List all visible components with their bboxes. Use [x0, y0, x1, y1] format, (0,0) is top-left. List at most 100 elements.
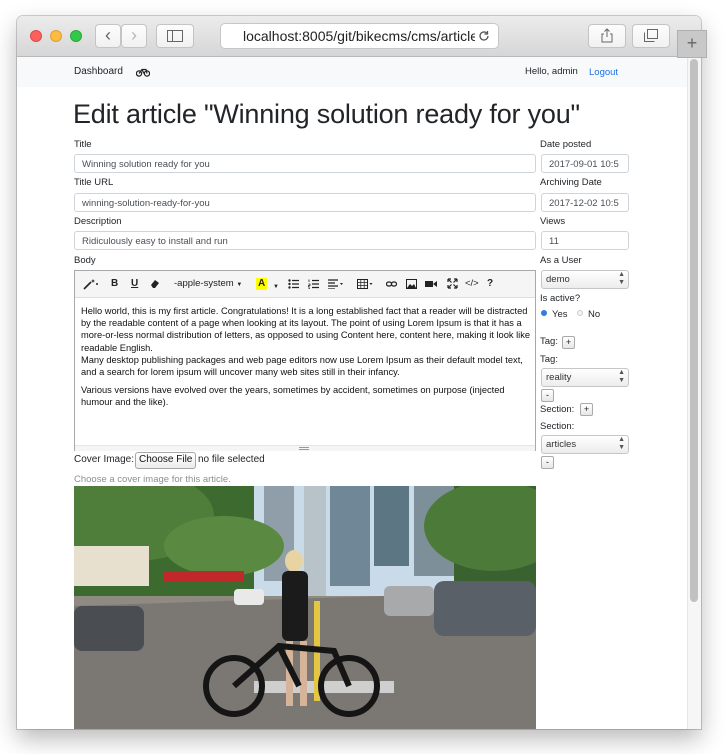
- chevron-left-icon: ‹: [105, 25, 111, 45]
- editor-toolbar: B U -apple-system ▼ A ▼ </> ?: [75, 271, 535, 298]
- body-paragraph-2: Many desktop publishing packages and web…: [81, 354, 523, 378]
- body-label: Body: [74, 255, 96, 266]
- archiving-date-label: Archiving Date: [540, 177, 602, 188]
- forward-button[interactable]: ›: [121, 24, 147, 48]
- url-text: localhost:8005/git/bikecms/cms/article/: [243, 28, 475, 44]
- address-bar[interactable]: localhost:8005/git/bikecms/cms/article/: [220, 23, 499, 49]
- back-button[interactable]: ‹: [95, 24, 121, 48]
- title-label: Title: [74, 139, 92, 150]
- add-section-button[interactable]: +: [580, 403, 593, 416]
- code-view-icon[interactable]: </>: [465, 278, 479, 290]
- nav-dashboard-link[interactable]: Dashboard: [74, 66, 123, 77]
- title-bar: ‹ › localhost:8005/git/bikecms/cms/artic…: [17, 16, 701, 57]
- close-window-button[interactable]: [30, 30, 42, 42]
- editor-content[interactable]: Hello world, this is my first article. C…: [81, 305, 531, 415]
- bold-button[interactable]: B: [111, 278, 118, 290]
- underline-button[interactable]: U: [131, 278, 138, 290]
- select-arrows-icon: ▲ ▼: [618, 271, 625, 286]
- share-button[interactable]: [588, 24, 626, 48]
- link-icon[interactable]: [386, 279, 397, 289]
- tag-select-value: reality: [546, 372, 572, 383]
- font-family-dropdown[interactable]: -apple-system ▼: [174, 278, 242, 291]
- tabs-icon: [644, 29, 658, 42]
- active-no-label: No: [588, 309, 601, 320]
- magic-wand-icon[interactable]: [83, 278, 99, 290]
- font-family-value: -apple-system: [174, 278, 234, 289]
- body-paragraph: Various versions have evolved over the y…: [81, 384, 531, 408]
- zoom-window-button[interactable]: [70, 30, 82, 42]
- title-url-input[interactable]: winning-solution-ready-for-you: [74, 193, 536, 212]
- remove-tag-button[interactable]: -: [541, 389, 554, 402]
- title-url-label: Title URL: [74, 177, 114, 188]
- tag-label: Tag:: [540, 354, 558, 365]
- sidebar-toggle-button[interactable]: [156, 24, 194, 48]
- paragraph-align-icon[interactable]: [328, 279, 343, 289]
- rich-text-editor: B U -apple-system ▼ A ▼ </> ? Hello worl…: [74, 270, 536, 451]
- new-tab-button[interactable]: +: [677, 30, 707, 58]
- resize-grip-icon: [299, 447, 309, 450]
- tag-select[interactable]: reality ▲ ▼: [541, 368, 629, 387]
- cover-image-label: Cover Image:: [74, 454, 135, 465]
- date-posted-label: Date posted: [540, 139, 592, 150]
- section-add-label: Section:: [540, 404, 575, 415]
- page-content: Dashboard Hello, admin Logout Edit artic…: [17, 57, 701, 729]
- title-input[interactable]: Winning solution ready for you: [74, 154, 536, 173]
- user-select-value: demo: [546, 274, 570, 285]
- section-select[interactable]: articles ▲ ▼: [541, 435, 629, 454]
- cover-image-help: Choose a cover image for this article.: [74, 474, 231, 485]
- description-input[interactable]: Ridiculously easy to install and run: [74, 231, 536, 250]
- help-button[interactable]: ?: [487, 278, 493, 290]
- body-paragraph-1: Hello world, this is my first article. C…: [81, 306, 531, 353]
- navbar: Dashboard Hello, admin Logout: [17, 57, 687, 87]
- select-arrows-icon: ▲ ▼: [618, 436, 625, 451]
- bike-icon: [136, 68, 150, 77]
- browser-window: ‹ › localhost:8005/git/bikecms/cms/artic…: [17, 16, 701, 729]
- text-color-letter: A: [258, 278, 266, 289]
- cover-photo: [74, 486, 536, 729]
- unordered-list-icon[interactable]: [288, 279, 299, 289]
- description-label: Description: [74, 216, 122, 227]
- text-color-button[interactable]: A: [256, 278, 268, 290]
- eraser-icon[interactable]: [150, 279, 160, 289]
- cover-image-preview: [74, 486, 536, 729]
- ordered-list-icon[interactable]: [308, 279, 319, 289]
- body-paragraph: Hello world, this is my first article. C…: [81, 305, 531, 378]
- active-no-radio[interactable]: [577, 310, 583, 316]
- tabs-overview-button[interactable]: [632, 24, 670, 48]
- select-arrows-icon: ▲ ▼: [618, 369, 625, 384]
- scrollbar-thumb[interactable]: [690, 59, 698, 602]
- active-label: Is active?: [540, 293, 581, 304]
- archiving-date-input[interactable]: 2017-12-02 10:5: [541, 193, 629, 212]
- table-icon[interactable]: [357, 279, 373, 289]
- views-input[interactable]: 11: [541, 231, 629, 250]
- greeting-text: Hello, admin: [525, 66, 578, 77]
- active-yes-radio[interactable]: [541, 310, 547, 316]
- minimize-window-button[interactable]: [50, 30, 62, 42]
- choose-file-button[interactable]: Choose File: [135, 452, 197, 469]
- video-icon[interactable]: [425, 280, 437, 288]
- color-caret-icon[interactable]: ▼: [273, 281, 279, 293]
- date-posted-input[interactable]: 2017-09-01 10:5: [541, 154, 629, 173]
- section-label: Section:: [540, 421, 575, 432]
- image-icon[interactable]: [406, 279, 417, 289]
- logout-link[interactable]: Logout: [589, 67, 618, 78]
- sidebar-icon: [167, 30, 183, 42]
- remove-section-button[interactable]: -: [541, 456, 554, 469]
- caret-down-icon: ▼: [236, 282, 243, 288]
- section-select-value: articles: [546, 439, 577, 450]
- views-label: Views: [540, 216, 566, 227]
- tag-add-label: Tag:: [540, 336, 558, 347]
- active-yes-label: Yes: [552, 309, 568, 320]
- reload-icon[interactable]: [478, 30, 490, 42]
- body-paragraph-3: Various versions have evolved over the y…: [81, 385, 505, 408]
- share-icon: [601, 28, 613, 43]
- no-file-text: no file selected: [198, 454, 265, 465]
- fullscreen-icon[interactable]: [447, 278, 458, 289]
- editor-resize-bar[interactable]: [75, 445, 535, 451]
- chevron-right-icon: ›: [131, 25, 137, 45]
- plus-icon: +: [686, 33, 698, 53]
- add-tag-button[interactable]: +: [562, 336, 575, 349]
- page-title: Edit article "Winning solution ready for…: [73, 99, 580, 129]
- user-select[interactable]: demo ▲ ▼: [541, 270, 629, 289]
- user-label: As a User: [540, 255, 582, 266]
